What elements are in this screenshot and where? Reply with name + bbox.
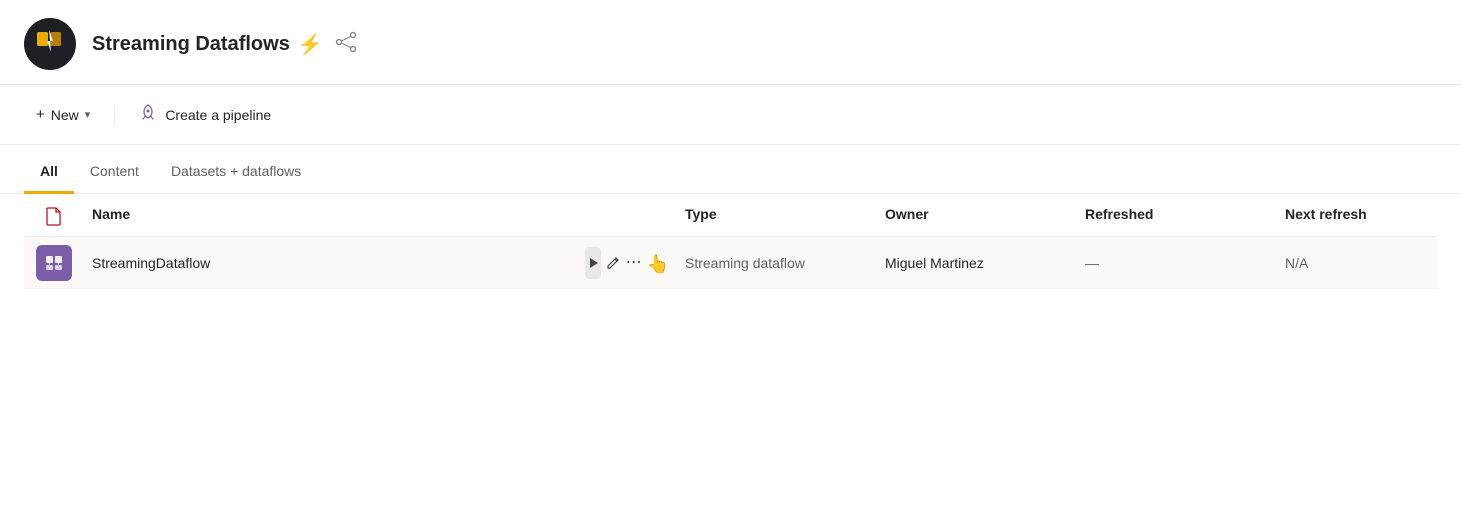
tab-datasets-dataflows[interactable]: Datasets + dataflows <box>155 153 317 194</box>
row-actions: ⋯ 👆 <box>585 247 669 279</box>
header-title-group: Streaming Dataflows ⚡ <box>92 31 357 58</box>
tabs-bar: All Content Datasets + dataflows <box>0 153 1461 194</box>
ellipsis-icon: ⋯ <box>626 255 643 271</box>
app-logo <box>24 18 76 70</box>
row-refreshed-cell: — <box>1077 255 1277 271</box>
page-header: Streaming Dataflows ⚡ <box>0 0 1461 85</box>
row-actions-cell: ⋯ 👆 <box>577 247 677 279</box>
run-button[interactable] <box>585 247 601 279</box>
pipeline-icon <box>139 103 157 126</box>
chevron-down-icon: ▾ <box>85 108 91 121</box>
page-title: Streaming Dataflows <box>92 33 290 56</box>
row-icon-cell <box>24 245 84 281</box>
col-next-refresh-header: Next refresh <box>1277 206 1437 226</box>
col-name-header: Name <box>84 206 577 226</box>
settings-icon[interactable] <box>335 31 357 58</box>
dataflow-icon <box>36 245 72 281</box>
more-options-button[interactable]: ⋯ <box>626 247 643 279</box>
row-owner-cell: Miguel Martinez <box>877 255 1077 271</box>
col-owner-header: Owner <box>877 206 1077 226</box>
toolbar: + New ▾ Create a pipeline <box>0 85 1461 145</box>
col-icon <box>24 206 84 226</box>
col-refreshed-header: Refreshed <box>1077 206 1277 226</box>
row-name-text[interactable]: StreamingDataflow <box>92 255 210 271</box>
logo-icon <box>35 26 65 62</box>
pipeline-label: Create a pipeline <box>165 107 271 123</box>
col-actions-header <box>577 206 677 226</box>
edit-button[interactable] <box>605 247 621 279</box>
content-table: Name Type Owner Refreshed Next refresh <box>0 194 1461 289</box>
col-type-header: Type <box>677 206 877 226</box>
toolbar-separator <box>114 105 115 125</box>
plus-icon: + <box>36 106 45 123</box>
new-label: New <box>51 107 79 123</box>
new-button[interactable]: + New ▾ <box>24 100 102 129</box>
lightning-icon: ⚡ <box>298 32 323 57</box>
create-pipeline-button[interactable]: Create a pipeline <box>127 97 283 132</box>
table-row: StreamingDataflow <box>24 237 1437 289</box>
table-header: Name Type Owner Refreshed Next refresh <box>24 194 1437 237</box>
cursor-indicator: 👆 <box>647 254 669 275</box>
row-name-cell: StreamingDataflow <box>84 255 577 271</box>
tab-all[interactable]: All <box>24 153 74 194</box>
tab-content[interactable]: Content <box>74 153 155 194</box>
row-next-refresh-cell: N/A <box>1277 255 1437 271</box>
row-type-cell: Streaming dataflow <box>677 255 877 271</box>
